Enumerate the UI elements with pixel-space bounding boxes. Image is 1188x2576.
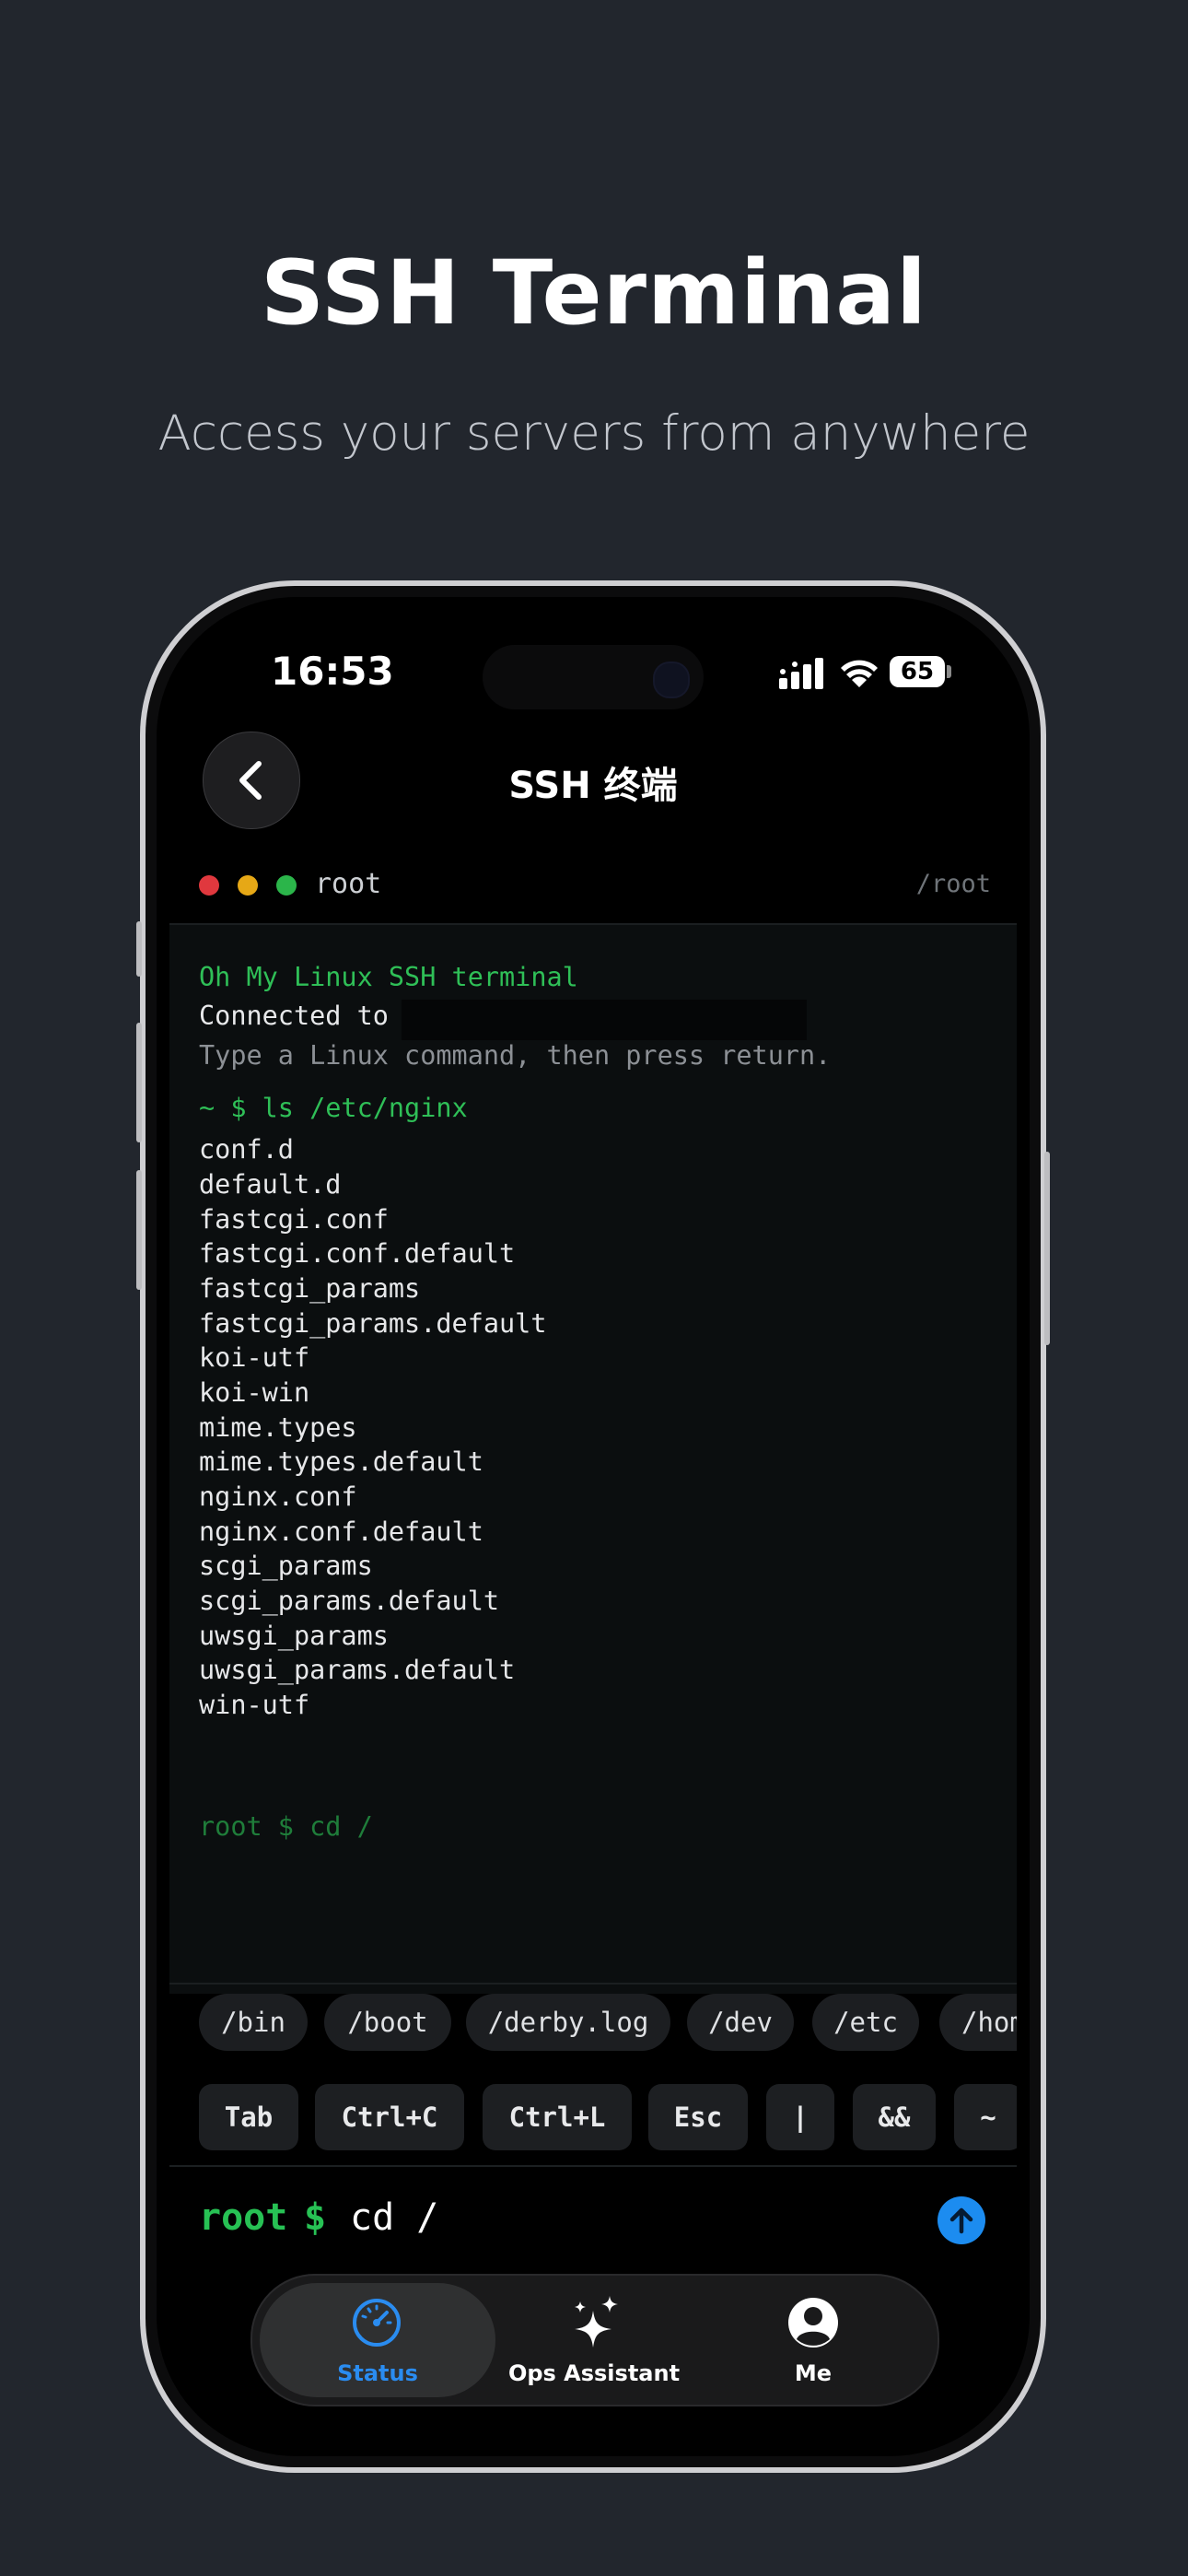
output-line: default.d <box>199 1169 342 1200</box>
tab-status-label: Status <box>337 2360 418 2386</box>
promo-subheadline: Access your servers from anywhere <box>157 405 1031 462</box>
output-line: fastcgi.conf <box>199 1204 389 1235</box>
close-dot <box>199 875 219 896</box>
sparkles-icon[interactable] <box>567 2292 624 2353</box>
output-line: nginx.conf.default <box>199 1516 483 1547</box>
camera-icon <box>653 662 690 698</box>
key-tilde[interactable]: ~ <box>954 2084 1017 2150</box>
prompt-symbol: $ <box>304 2196 327 2239</box>
maximize-dot <box>276 875 297 896</box>
output-line: koi-utf <box>199 1342 310 1373</box>
send-button[interactable] <box>938 2196 985 2244</box>
output-line: scgi_params <box>199 1551 373 1581</box>
output-line: uwsgi_params.default <box>199 1655 516 1685</box>
terminal-connected: Connected to <box>199 1001 389 1031</box>
terminal-hint: Type a Linux command, then press return. <box>199 1040 832 1071</box>
path-chip-boot[interactable]: /boot <box>324 1994 451 2051</box>
battery-indicator: 65 <box>890 656 945 687</box>
cellular-signal-icon <box>779 658 823 689</box>
wifi-icon <box>841 660 878 687</box>
output-line: fastcgi_params.default <box>199 1308 547 1339</box>
pending-command: root $ cd / <box>199 1811 373 1842</box>
output-line: fastcgi_params <box>199 1273 421 1304</box>
output-line: nginx.conf <box>199 1481 357 1512</box>
prompt-user: root <box>199 2196 288 2239</box>
output-line: mime.types.default <box>199 1446 483 1477</box>
key-esc[interactable]: Esc <box>648 2084 748 2150</box>
input-divider <box>169 2165 1017 2167</box>
tab-me-label[interactable]: Me <box>703 2360 924 2386</box>
key-and[interactable]: && <box>853 2084 936 2150</box>
output-line: scgi_params.default <box>199 1586 500 1616</box>
output-line: fastcgi.conf.default <box>199 1238 516 1269</box>
path-chip-etc[interactable]: /etc <box>812 1994 919 2051</box>
promo-headline: SSH Terminal <box>261 241 927 345</box>
key-ctrl-c[interactable]: Ctrl+C <box>315 2084 464 2150</box>
path-chip-dev[interactable]: /dev <box>687 1994 794 2051</box>
path-chip-home[interactable]: /hom <box>939 1994 1017 2051</box>
command-input[interactable]: cd / <box>350 2196 438 2239</box>
output-line: koi-win <box>199 1377 310 1408</box>
power-button <box>1044 1152 1050 1345</box>
output-line: mime.types <box>199 1412 357 1443</box>
output-line: uwsgi_params <box>199 1621 389 1651</box>
terminal-header <box>169 838 1017 925</box>
action-button <box>136 921 142 977</box>
battery-tip <box>947 665 951 678</box>
key-ctrl-l[interactable]: Ctrl+L <box>483 2084 632 2150</box>
gauge-icon <box>353 2299 401 2347</box>
key-pipe[interactable]: | <box>766 2084 834 2150</box>
output-line: win-utf <box>199 1690 310 1720</box>
volume-down-button <box>136 1170 142 1290</box>
path-chip-derby-log[interactable]: /derby.log <box>466 1994 670 2051</box>
path-chip-bin[interactable]: /bin <box>199 1994 308 2051</box>
person-icon[interactable] <box>786 2296 840 2349</box>
status-time: 16:53 <box>271 649 394 694</box>
terminal-banner: Oh My Linux SSH terminal <box>199 962 578 992</box>
terminal-path: /root <box>915 870 991 898</box>
tab-ops-assistant-label[interactable]: Ops Assistant <box>483 2360 705 2386</box>
redacted-host <box>402 1000 807 1040</box>
page-title: SSH 终端 <box>508 765 678 807</box>
arrow-up-icon <box>949 2207 973 2234</box>
key-tab[interactable]: Tab <box>199 2084 298 2150</box>
terminal-user: root <box>315 868 382 900</box>
output-line: conf.d <box>199 1134 294 1165</box>
terminal-command: ~ $ ls /etc/nginx <box>199 1093 468 1123</box>
phone-screen: 16:53 65 SSH 终端 root /root Oh My Linux S… <box>169 610 1017 2443</box>
minimize-dot <box>238 875 258 896</box>
volume-up-button <box>136 1023 142 1142</box>
